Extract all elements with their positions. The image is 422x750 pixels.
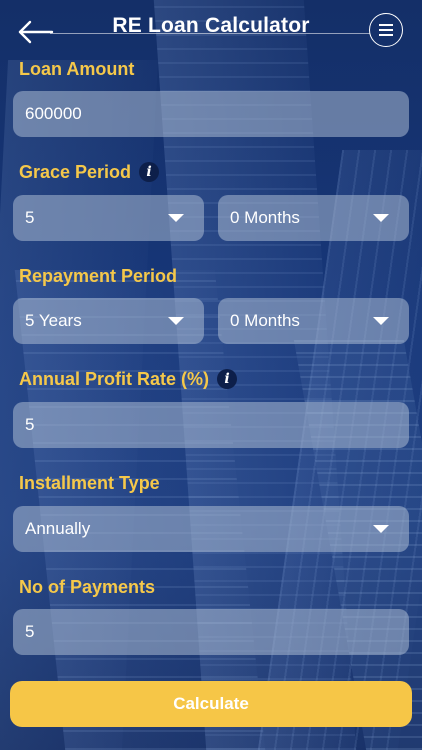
repayment-period-label: Repayment Period <box>19 266 178 286</box>
loan-amount-value: 600000 <box>25 104 82 123</box>
installment-type-label: Installment Type <box>19 473 160 493</box>
chevron-down-icon <box>373 317 389 325</box>
repayment-period-years-value: 5 Years <box>25 311 82 330</box>
annual-profit-rate-label: Annual Profit Rate (%) <box>19 369 210 389</box>
loan-amount-label: Loan Amount <box>19 59 135 79</box>
chevron-down-icon <box>168 214 184 222</box>
grace-period-label: Grace Period <box>19 162 132 182</box>
calculator-screen: RE Loan Calculator Loan Amount 600000 Gr… <box>0 0 422 750</box>
no-of-payments-value: 5 <box>25 622 35 641</box>
page-title: RE Loan Calculator <box>112 14 310 37</box>
grace-period-label-row: Grace Period i <box>19 162 160 183</box>
installment-type-select[interactable]: Annually <box>13 506 409 552</box>
installment-type-value: Annually <box>25 519 91 538</box>
annual-profit-rate-input[interactable]: 5 <box>13 402 409 448</box>
no-of-payments-label: No of Payments <box>19 577 156 597</box>
chevron-down-icon <box>373 525 389 533</box>
chevron-down-icon <box>373 214 389 222</box>
loan-amount-input[interactable]: 600000 <box>13 91 409 137</box>
grace-period-years-value: 5 <box>25 208 35 227</box>
annual-profit-rate-value: 5 <box>25 415 35 434</box>
repayment-period-years-select[interactable]: 5 Years <box>13 298 204 344</box>
menu-lines-icon <box>379 24 393 26</box>
info-icon[interactable]: i <box>217 369 238 389</box>
no-of-payments-input[interactable]: 5 <box>13 609 409 655</box>
chevron-down-icon <box>168 317 184 325</box>
menu-line <box>379 34 393 36</box>
calculate-button[interactable]: Calculate <box>10 681 412 727</box>
menu-line <box>379 29 393 31</box>
app-header: RE Loan Calculator <box>0 0 422 62</box>
annual-profit-rate-label-row: Annual Profit Rate (%) i <box>19 369 238 390</box>
grace-period-years-select[interactable]: 5 <box>13 195 204 241</box>
grace-period-months-select[interactable]: 0 Months <box>218 195 409 241</box>
repayment-period-months-select[interactable]: 0 Months <box>218 298 409 344</box>
grace-period-months-value: 0 Months <box>230 208 300 227</box>
repayment-period-months-value: 0 Months <box>230 311 300 330</box>
menu-button[interactable] <box>369 13 403 47</box>
info-icon[interactable]: i <box>139 162 160 182</box>
